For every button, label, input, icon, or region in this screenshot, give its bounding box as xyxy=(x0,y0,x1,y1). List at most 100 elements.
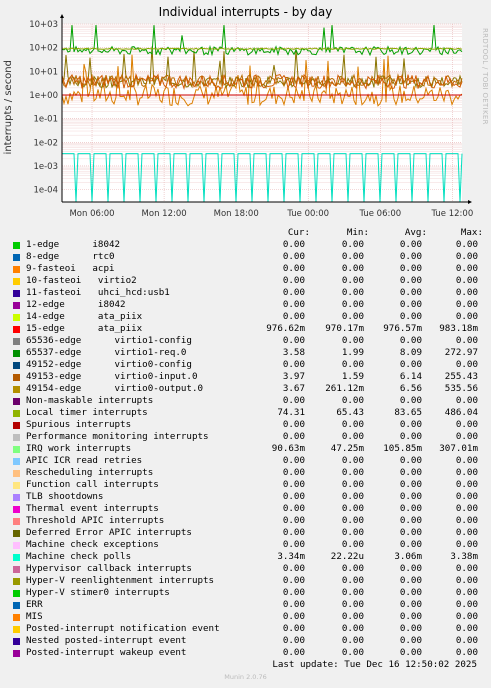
legend-row: TLB shootdowns 0.00 0.00 0.00 0.00 xyxy=(0,491,491,503)
legend-row: ERR 0.00 0.00 0.00 0.00 xyxy=(0,599,491,611)
legend-swatch xyxy=(13,362,20,369)
legend-row: 12-edge i8042 0.00 0.00 0.00 0.00 xyxy=(0,299,491,311)
legend-value-max: 0.00 xyxy=(455,491,478,502)
legend-row: Posted-interrupt notification event 0.00 0… xyxy=(0,623,491,635)
legend-row: 15-edge ata_piix 976.62m 970.17m 976.57m 983… xyxy=(0,323,491,335)
legend-value-max: 0.00 xyxy=(455,287,478,298)
legend-series-name: Non-maskable interrupts xyxy=(26,395,154,406)
legend-value-max: 0.00 xyxy=(455,299,478,310)
legend-row: Deferred Error APIC interrupts 0.00 0.00 0.… xyxy=(0,527,491,539)
legend-value-max: 0.00 xyxy=(455,311,478,322)
legend-swatch xyxy=(13,542,20,549)
legend-swatch xyxy=(13,458,20,465)
legend-series-name: Performance monitoring interrupts xyxy=(26,431,209,442)
legend-series-name: Hypervisor callback interrupts xyxy=(26,563,192,574)
legend-row: IRQ work interrupts 90.63m 47.25m 105.85m 30… xyxy=(0,443,491,455)
legend-row: 14-edge ata_piix 0.00 0.00 0.00 0.00 xyxy=(0,311,491,323)
legend-series-name: Hyper-V reenlightenment interrupts xyxy=(26,575,215,586)
legend-value-max: 0.00 xyxy=(455,623,478,634)
legend-row: Machine check polls 3.34m 22.22u 3.06m 3.38m xyxy=(0,551,491,563)
legend-series-name: Spurious interrupts xyxy=(26,419,132,430)
legend-swatch xyxy=(13,266,20,273)
legend-swatch xyxy=(13,434,20,441)
legend-series-name: Threshold APIC interrupts xyxy=(26,515,165,526)
legend-series-name: MIS xyxy=(26,611,43,622)
legend-series-name: 65536-edge virtio1-config xyxy=(26,335,192,346)
legend-row: 65537-edge virtio1-req.0 3.58 1.99 8.09 272.… xyxy=(0,347,491,359)
legend-swatch xyxy=(13,242,20,249)
legend-swatch xyxy=(13,398,20,405)
legend-series-name: Posted-interrupt wakeup event xyxy=(26,647,187,658)
legend-series-name: 15-edge ata_piix xyxy=(26,323,143,334)
legend-value-max: 255.43 xyxy=(444,371,478,382)
legend-series-name: 10-fasteoi virtio2 xyxy=(26,275,137,286)
legend-value-max: 0.00 xyxy=(455,467,478,478)
legend-value-max: 0.00 xyxy=(455,275,478,286)
legend-column-header: Max: xyxy=(460,227,483,238)
legend-value-max: 0.00 xyxy=(455,395,478,406)
y-tick-label: 10+01 xyxy=(29,67,58,77)
last-update: Last update: Tue Dec 16 12:50:02 2025 xyxy=(272,659,477,670)
legend-row: Performance monitoring interrupts 0.00 0.0… xyxy=(0,431,491,443)
legend-swatch xyxy=(13,314,20,321)
legend-series-name: Function call interrupts xyxy=(26,479,159,490)
legend-value-max: 0.00 xyxy=(455,431,478,442)
legend-row: Non-maskable interrupts 0.00 0.00 0.00 0.00 xyxy=(0,395,491,407)
chart-canvas: 10+03 10+02 10+01 1e+00 1e-01 1e-02 1e-03 1e-04… xyxy=(29,14,474,219)
legend-value-max: 0.00 xyxy=(455,563,478,574)
legend-series-name: 11-fasteoi uhci_hcd:usb1 xyxy=(26,287,170,298)
legend-value-max: 0.00 xyxy=(455,587,478,598)
legend-row: Function call interrupts 0.00 0.00 0.00 0.00 xyxy=(0,479,491,491)
x-tick-label: Tue 12:00 xyxy=(431,209,474,219)
legend-row: MIS 0.00 0.00 0.00 0.00 xyxy=(0,611,491,623)
legend-series-name: 14-edge ata_piix xyxy=(26,311,143,322)
legend-series-name: 65537-edge virtio1-req.0 xyxy=(26,347,187,358)
legend-series-name: Local timer interrupts xyxy=(26,407,148,418)
legend-swatch xyxy=(13,446,20,453)
legend-swatch xyxy=(13,278,20,285)
legend-value-max: 0.00 xyxy=(455,503,478,514)
y-tick-label: 10+02 xyxy=(29,44,58,54)
legend-swatch xyxy=(13,482,20,489)
legend-series-name: 8-edge rtc0 xyxy=(26,251,115,262)
legend-swatch xyxy=(13,470,20,477)
legend-value-max: 0.00 xyxy=(455,647,478,658)
x-tick-label: Tue 00:00 xyxy=(286,209,329,219)
legend-row: Hyper-V reenlightenment interrupts 0.00 0.… xyxy=(0,575,491,587)
legend-swatch xyxy=(13,374,20,381)
legend-series-name: Machine check exceptions xyxy=(26,539,159,550)
x-tick-label: Mon 18:00 xyxy=(214,209,259,219)
legend-value-max: 3.38m xyxy=(450,551,478,562)
legend-value-max: 0.00 xyxy=(455,539,478,550)
legend-row: 1-edge i8042 0.00 0.00 0.00 0.00 xyxy=(0,239,491,251)
legend-swatch xyxy=(13,302,20,309)
legend-swatch xyxy=(13,638,20,645)
legend-series-name: TLB shootdowns xyxy=(26,491,104,502)
legend-swatch xyxy=(13,350,20,357)
y-tick-label: 1e-02 xyxy=(33,138,58,148)
legend-swatch xyxy=(13,554,20,561)
x-tick-label: Tue 06:00 xyxy=(358,209,401,219)
legend-series-name: APIC ICR read retries xyxy=(26,455,143,466)
legend-row: Posted-interrupt wakeup event 0.00 0.00 0.0… xyxy=(0,647,491,659)
legend-value-max: 0.00 xyxy=(455,359,478,370)
legend-value-max: 0.00 xyxy=(455,575,478,586)
legend-series-name: Rescheduling interrupts xyxy=(26,467,154,478)
legend-row: Hypervisor callback interrupts 0.00 0.00 0.… xyxy=(0,563,491,575)
x-axis-arrow xyxy=(468,200,472,204)
legend-series-name: 49154-edge virtio0-output.0 xyxy=(26,383,204,394)
legend-row: Hyper-V stimer0 interrupts 0.00 0.00 0.00 0.… xyxy=(0,587,491,599)
legend-row: 65536-edge virtio1-config 0.00 0.00 0.00 0.0… xyxy=(0,335,491,347)
legend-swatch xyxy=(13,386,20,393)
legend-row: 49153-edge virtio0-input.0 3.97 1.59 6.14 25… xyxy=(0,371,491,383)
x-tick-label: Mon 06:00 xyxy=(69,209,114,219)
legend-swatch xyxy=(13,254,20,261)
legend-series-name: Hyper-V stimer0 interrupts xyxy=(26,587,170,598)
legend-series-name: 9-fasteoi acpi xyxy=(26,263,115,274)
legend-value-max: 0.00 xyxy=(455,599,478,610)
legend-swatch xyxy=(13,518,20,525)
legend-row: 49154-edge virtio0-output.0 3.67 261.12m 6.… xyxy=(0,383,491,395)
legend-swatch xyxy=(13,290,20,297)
legend-value-max: 535.56 xyxy=(444,383,478,394)
legend-series-name: Thermal event interrupts xyxy=(26,503,159,514)
